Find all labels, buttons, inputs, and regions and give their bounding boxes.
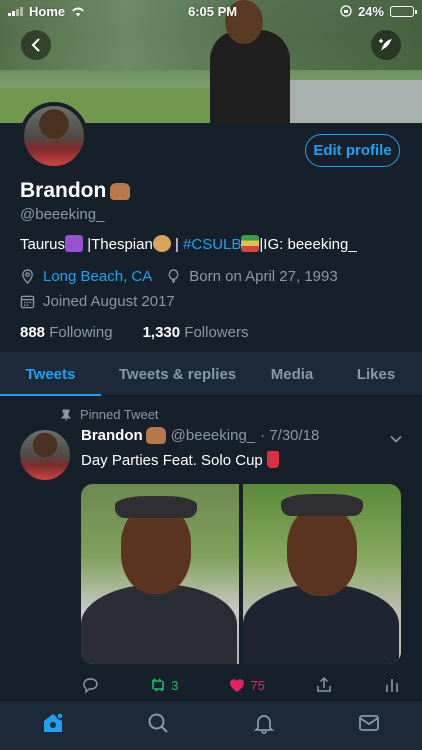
search-icon <box>148 713 168 733</box>
retweet-icon <box>152 678 164 692</box>
tweet-text: Day Parties Feat. Solo Cup <box>81 451 279 469</box>
nav-home[interactable] <box>41 711 65 740</box>
followers-label: Followers <box>184 324 249 341</box>
compose-feather-icon <box>379 39 392 51</box>
heart-icon <box>230 679 245 692</box>
tweet-photo-1[interactable] <box>81 484 239 664</box>
joined-row: Joined August 2017 <box>20 293 175 310</box>
profile-meta-row: Long Beach, CA Born on April 27, 1993 <box>20 268 338 285</box>
tweet-header: Brandon @beeeking_ · 7/30/18 <box>81 427 319 444</box>
retweet-button[interactable]: 3 <box>149 676 178 694</box>
like-count: 75 <box>250 677 265 693</box>
nav-notifications[interactable] <box>252 711 276 740</box>
profile-handle: @beeeking_ <box>20 206 105 223</box>
bell-icon <box>253 715 274 734</box>
follow-counts: 888 Following 1,330 Followers <box>20 324 248 341</box>
pin-icon <box>60 409 72 421</box>
reply-icon <box>83 678 98 694</box>
following-label: Following <box>49 324 113 341</box>
mail-icon <box>359 715 380 731</box>
tab-tweets[interactable]: Tweets <box>0 352 101 396</box>
nav-search[interactable] <box>146 711 170 740</box>
bio-text-4: |IG: beeeking_ <box>259 236 357 253</box>
profile-avatar[interactable] <box>20 102 88 170</box>
books-emoji-icon <box>241 235 260 252</box>
location-pin-icon <box>22 269 33 284</box>
tweet-photo-2[interactable] <box>243 484 401 664</box>
cup-emoji-icon <box>266 451 279 468</box>
nav-messages[interactable] <box>357 711 381 740</box>
wifi-icon <box>72 7 84 16</box>
status-bar: Home 6:05 PM 24% <box>0 0 422 22</box>
battery-icon <box>389 5 417 17</box>
following-count: 888 <box>20 324 46 341</box>
home-icon <box>43 712 64 732</box>
bottom-nav <box>0 700 422 750</box>
tweet-text-content: Day Parties Feat. Solo Cup <box>81 452 263 469</box>
compose-tweet-button[interactable] <box>371 30 401 60</box>
theater-masks-emoji-icon <box>152 235 171 252</box>
pinned-label-text: Pinned Tweet <box>80 407 159 422</box>
chevron-down-icon[interactable] <box>389 432 403 446</box>
profile-bio: Taurus |Thespian | #CSULB |IG: beeeking_ <box>20 235 357 253</box>
tweet-author-name[interactable]: Brandon <box>81 427 166 444</box>
joined-text: Joined August 2017 <box>43 293 175 310</box>
carrier-label: Home <box>29 3 66 19</box>
retweet-count: 3 <box>171 677 179 693</box>
calendar-icon <box>20 295 35 309</box>
pinned-tweet-label: Pinned Tweet <box>60 407 159 422</box>
share-icon <box>317 676 331 692</box>
taurus-emoji-icon <box>65 235 84 252</box>
orientation-lock-icon <box>340 5 352 17</box>
following-link[interactable]: 888 Following <box>20 324 113 341</box>
followers-link[interactable]: 1,330 Followers <box>143 324 249 341</box>
hashtag-link[interactable]: #CSULB <box>183 236 241 253</box>
analytics-icon <box>386 679 398 692</box>
bio-text-2: |Thespian <box>83 236 153 253</box>
tweet-author-avatar[interactable] <box>20 430 70 480</box>
like-button[interactable]: 75 <box>228 676 265 694</box>
profile-name-text: Brandon <box>20 179 107 202</box>
tweet-date: · 7/30/18 <box>260 427 320 444</box>
back-button[interactable] <box>21 30 51 60</box>
followers-count: 1,330 <box>142 324 181 341</box>
share-button[interactable] <box>315 676 333 694</box>
tab-likes[interactable]: Likes <box>330 352 422 396</box>
reply-button[interactable] <box>81 676 99 694</box>
tab-tweets-replies[interactable]: Tweets & replies <box>101 352 254 396</box>
tweet-author-name-text: Brandon <box>81 427 143 444</box>
bio-text-3: | <box>170 236 184 253</box>
profile-tabs: Tweets Tweets & replies Media Likes <box>0 352 422 396</box>
signal-icon <box>8 6 23 16</box>
call-me-hand-emoji-icon <box>145 427 166 444</box>
tweet-author-handle: @beeeking_ <box>170 427 256 444</box>
call-me-hand-emoji-icon <box>110 182 131 200</box>
profile-name: Brandon <box>20 179 131 203</box>
birthday-text: Born on April 27, 1993 <box>189 268 338 285</box>
location-link[interactable]: Long Beach, CA <box>43 268 152 285</box>
tab-media[interactable]: Media <box>254 352 330 396</box>
clock: 6:05 PM <box>187 3 238 19</box>
balloon-icon <box>168 269 179 284</box>
chevron-left-icon <box>31 38 40 52</box>
battery-percent: 24% <box>357 3 384 19</box>
edit-profile-button[interactable]: Edit profile <box>305 134 400 167</box>
analytics-button[interactable] <box>383 676 401 694</box>
bio-text-1: Taurus <box>20 236 66 253</box>
tweet-media <box>81 484 401 664</box>
tweet-actions: 3 75 <box>81 673 401 697</box>
